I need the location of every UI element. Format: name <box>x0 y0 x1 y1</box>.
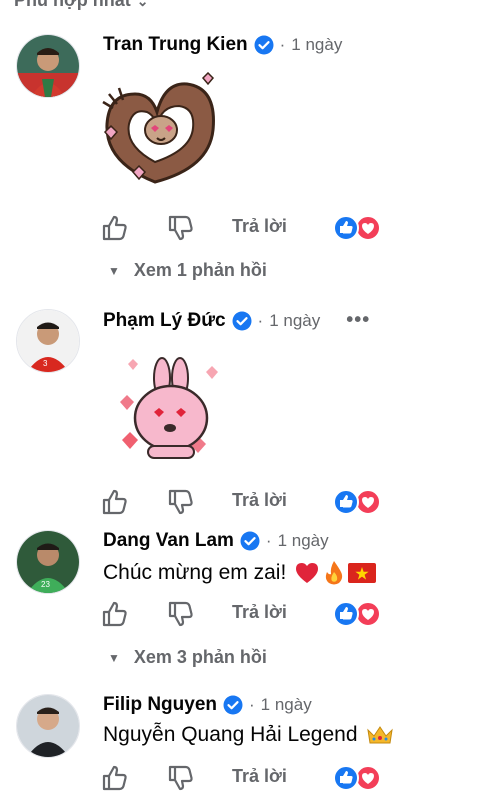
crown-emoji-icon <box>366 726 393 744</box>
meta-separator: · <box>279 35 286 54</box>
comment-time[interactable]: 1 ngày <box>278 531 329 551</box>
chevron-down-icon: ▼ <box>108 263 120 278</box>
dislike-button-icon[interactable] <box>166 213 196 243</box>
dislike-button-icon[interactable] <box>166 763 196 793</box>
view-replies-label: Xem 3 phản hồi <box>133 647 267 667</box>
reaction-summary-icon[interactable] <box>332 764 382 792</box>
verified-badge-icon <box>254 35 274 55</box>
avatar[interactable]: 3 <box>16 309 80 373</box>
dislike-button-icon[interactable] <box>166 599 196 629</box>
comment-author[interactable]: Tran Trung Kien <box>103 34 248 56</box>
meta-separator: · <box>249 695 255 714</box>
view-replies-link[interactable]: ▼ Xem 3 phản hồi <box>108 647 267 668</box>
comment-time[interactable]: 1 ngày <box>269 311 320 331</box>
vietnam-flag-emoji-icon <box>348 563 377 583</box>
reaction-summary-icon[interactable] <box>332 600 382 628</box>
meta-separator: · <box>257 310 264 330</box>
verified-badge-icon <box>232 311 252 330</box>
view-replies-label: Xem 1 phản hồi <box>133 260 267 280</box>
avatar[interactable] <box>16 34 80 98</box>
verified-badge-icon <box>240 531 260 551</box>
reaction-summary-icon[interactable] <box>332 488 382 516</box>
sticker-pink-bunny <box>120 357 218 459</box>
avatar[interactable] <box>16 694 80 758</box>
more-options-icon[interactable]: ••• <box>346 309 370 332</box>
comment-author[interactable]: Phạm Lý Đức <box>103 310 226 332</box>
comment-author[interactable]: Dang Van Lam <box>103 530 234 552</box>
comment-time[interactable]: 1 ngày <box>291 35 342 55</box>
reply-button[interactable]: Trả lời <box>232 490 287 511</box>
view-replies-link[interactable]: ▼ Xem 1 phản hồi <box>108 260 267 281</box>
chevron-down-icon: ▼ <box>108 650 120 665</box>
like-button-icon[interactable] <box>100 213 130 243</box>
like-button-icon[interactable] <box>100 487 130 517</box>
reply-button[interactable]: Trả lời <box>232 216 287 237</box>
like-button-icon[interactable] <box>100 599 130 629</box>
reaction-summary-icon[interactable] <box>332 214 382 242</box>
like-button-icon[interactable] <box>100 763 130 793</box>
sticker-sloth-heart <box>102 72 215 184</box>
dislike-button-icon[interactable] <box>166 487 196 517</box>
comment-time[interactable]: 1 ngày <box>261 695 312 715</box>
fire-emoji-icon <box>326 561 343 585</box>
comment-author[interactable]: Filip Nguyen <box>103 694 217 716</box>
sort-dropdown[interactable]: Phù hợp nhất ⌄ <box>14 0 149 11</box>
red-heart-emoji-icon <box>296 563 319 583</box>
comment-text: Nguyễn Quang Hải Legend <box>103 723 358 746</box>
verified-badge-icon <box>223 695 243 715</box>
comment-text: Chúc mừng em zai! <box>103 561 287 584</box>
svg-text:23: 23 <box>41 580 50 589</box>
reply-button[interactable]: Trả lời <box>232 602 287 623</box>
avatar[interactable]: 23 <box>16 530 80 594</box>
reply-button[interactable]: Trả lời <box>232 766 287 787</box>
meta-separator: · <box>265 531 272 550</box>
sort-label: Phù hợp nhất <box>14 0 131 10</box>
svg-text:3: 3 <box>43 359 48 368</box>
chevron-down-icon: ⌄ <box>136 0 149 9</box>
